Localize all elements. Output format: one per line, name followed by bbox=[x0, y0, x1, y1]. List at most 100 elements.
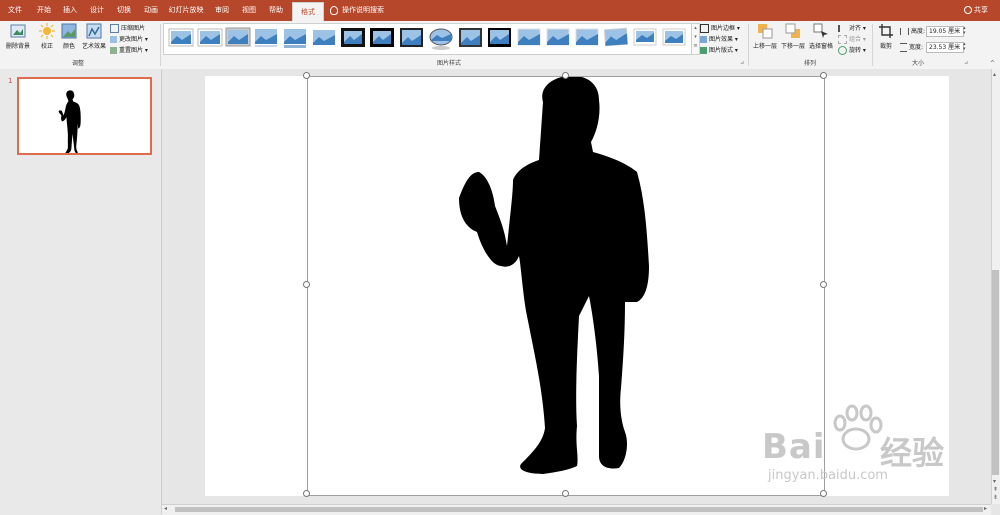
picture-border-button[interactable]: 图片边框 ▾ bbox=[700, 24, 740, 33]
tab-animations[interactable]: 动画 bbox=[139, 0, 163, 21]
size-dialog-launcher-icon[interactable]: ⊿ bbox=[964, 60, 968, 66]
ribbon-separator bbox=[160, 24, 161, 66]
group-icon bbox=[838, 35, 847, 44]
picture-border-label: 图片边框 bbox=[711, 25, 736, 32]
width-spinner[interactable]: ▴ ▾ bbox=[963, 42, 966, 52]
resize-handle-bottom-left[interactable] bbox=[303, 490, 310, 497]
send-backward-button[interactable]: 下移一层 bbox=[780, 23, 806, 57]
width-icon bbox=[900, 43, 907, 52]
rotate-icon bbox=[838, 46, 847, 55]
picture-style-thumb[interactable] bbox=[517, 28, 541, 46]
scroll-down-arrow-icon[interactable]: ▾ ⇞ ⇟ bbox=[993, 478, 998, 502]
resize-handle-bottom[interactable] bbox=[562, 490, 569, 497]
scroll-left-arrow-icon[interactable]: ◂ bbox=[164, 505, 167, 512]
tab-home[interactable]: 开始 bbox=[32, 0, 56, 21]
picture-effect-button[interactable]: 图片效果 ▾ bbox=[700, 35, 738, 44]
watermark-brand: Bai bbox=[762, 427, 826, 467]
lightbulb-icon bbox=[330, 5, 338, 15]
height-spinner[interactable]: ▴ ▾ bbox=[963, 26, 966, 36]
dialog-launcher-icon[interactable]: ⊿ bbox=[740, 60, 744, 66]
gallery-scroll[interactable]: ▴ ▾ ≡ bbox=[691, 23, 700, 55]
remove-background-button[interactable]: 删除背景 bbox=[4, 23, 32, 57]
tab-insert[interactable]: 插入 bbox=[58, 0, 82, 21]
resize-handle-right[interactable] bbox=[820, 281, 827, 288]
send-backward-label: 下移一层 bbox=[780, 43, 805, 50]
picture-style-thumb[interactable] bbox=[603, 27, 629, 47]
bring-forward-button[interactable]: 上移一层 bbox=[752, 23, 778, 57]
slide-number: 1 bbox=[8, 77, 13, 85]
picture-layout-button[interactable]: 图片版式 ▾ bbox=[700, 46, 738, 55]
vertical-scroll-thumb[interactable] bbox=[992, 270, 999, 475]
sun-icon bbox=[39, 23, 55, 39]
tab-format[interactable]: 格式 bbox=[292, 2, 324, 23]
scroll-right-arrow-icon[interactable]: ▸ bbox=[984, 505, 987, 512]
crop-button[interactable]: 裁剪 bbox=[876, 23, 896, 57]
selection-pane-button[interactable]: 选择窗格 bbox=[808, 23, 834, 57]
effect-icon bbox=[700, 36, 707, 43]
align-icon bbox=[838, 25, 847, 32]
horizontal-scroll-thumb[interactable] bbox=[175, 507, 983, 512]
group-button[interactable]: 组合 ▾ bbox=[838, 35, 866, 44]
ribbon-separator bbox=[748, 24, 749, 66]
height-input[interactable]: 19.05 厘米 bbox=[926, 26, 964, 37]
picture-style-thumb[interactable] bbox=[459, 28, 482, 47]
resize-handle-bottom-right[interactable] bbox=[820, 490, 827, 497]
arrange-group-label: 排列 bbox=[804, 60, 817, 67]
picture-selection-box bbox=[307, 76, 825, 496]
adjust-group-label: 调整 bbox=[72, 60, 85, 67]
picture-style-thumb[interactable] bbox=[168, 28, 194, 47]
height-label: 高度: bbox=[900, 27, 925, 36]
picture-style-thumb[interactable] bbox=[197, 28, 223, 47]
picture-style-thumb[interactable] bbox=[546, 28, 570, 46]
align-button[interactable]: 对齐 ▾ bbox=[838, 24, 866, 33]
collapse-ribbon-icon[interactable]: ^ bbox=[990, 60, 995, 67]
resize-handle-top[interactable] bbox=[562, 72, 569, 79]
picture-style-thumb[interactable] bbox=[313, 30, 335, 45]
tab-slideshow[interactable]: 幻灯片放映 bbox=[166, 0, 206, 21]
picture-style-thumb[interactable] bbox=[225, 27, 251, 47]
picture-style-thumb[interactable] bbox=[662, 28, 686, 46]
slide-thumbnail[interactable] bbox=[17, 77, 152, 155]
reset-picture-button[interactable]: 重置图片 ▾ bbox=[110, 46, 148, 55]
border-icon bbox=[700, 24, 709, 33]
art-effect-label: 艺术效果 bbox=[81, 43, 106, 50]
picture-style-thumb[interactable] bbox=[575, 28, 599, 46]
picture-style-thumb[interactable] bbox=[284, 29, 306, 48]
baidu-paw-logo bbox=[833, 404, 883, 451]
tab-transitions[interactable]: 切换 bbox=[112, 0, 136, 21]
picture-style-thumb[interactable] bbox=[429, 28, 453, 50]
resize-handle-top-left[interactable] bbox=[303, 72, 310, 79]
picture-style-thumb[interactable] bbox=[488, 28, 511, 47]
picture-style-thumb[interactable] bbox=[370, 28, 394, 47]
art-effect-button[interactable]: 艺术效果 bbox=[81, 23, 107, 57]
selection-pane-label: 选择窗格 bbox=[808, 43, 833, 50]
picture-style-thumb[interactable] bbox=[341, 28, 365, 47]
share-button[interactable]: 共享 bbox=[964, 0, 988, 21]
tell-me-search[interactable]: 操作说明搜索 bbox=[330, 0, 384, 21]
resize-handle-top-right[interactable] bbox=[820, 72, 827, 79]
correct-label: 校正 bbox=[40, 43, 53, 50]
picture-style-thumbnails bbox=[168, 27, 686, 50]
tab-view[interactable]: 视图 bbox=[237, 0, 261, 21]
width-input[interactable]: 23.53 厘米 bbox=[926, 42, 964, 53]
width-label-text: 宽度: bbox=[909, 44, 924, 51]
scroll-up-arrow-icon[interactable]: ▴ bbox=[993, 71, 996, 78]
change-picture-label: 更改图片 bbox=[119, 36, 144, 43]
tab-review[interactable]: 审阅 bbox=[210, 0, 234, 21]
tab-file[interactable]: 文件 bbox=[2, 0, 28, 21]
picture-style-thumb[interactable] bbox=[400, 28, 423, 47]
color-button[interactable]: 颜色 bbox=[59, 23, 79, 57]
compress-pictures-button[interactable]: 压缩图片 bbox=[110, 24, 145, 33]
share-label: 共享 bbox=[974, 6, 988, 14]
align-label: 对齐 bbox=[849, 25, 862, 32]
tab-help[interactable]: 帮助 bbox=[264, 0, 288, 21]
tab-design[interactable]: 设计 bbox=[85, 0, 109, 21]
correct-button[interactable]: 校正 bbox=[37, 23, 57, 57]
resize-handle-left[interactable] bbox=[303, 281, 310, 288]
picture-style-thumb[interactable] bbox=[633, 28, 657, 46]
rotate-button[interactable]: 旋转 ▾ bbox=[838, 46, 866, 55]
person-icon bbox=[964, 6, 972, 14]
picture-style-thumb[interactable] bbox=[255, 29, 277, 47]
picture-layout-label: 图片版式 bbox=[709, 47, 734, 54]
change-picture-button[interactable]: 更改图片 ▾ bbox=[110, 35, 148, 44]
